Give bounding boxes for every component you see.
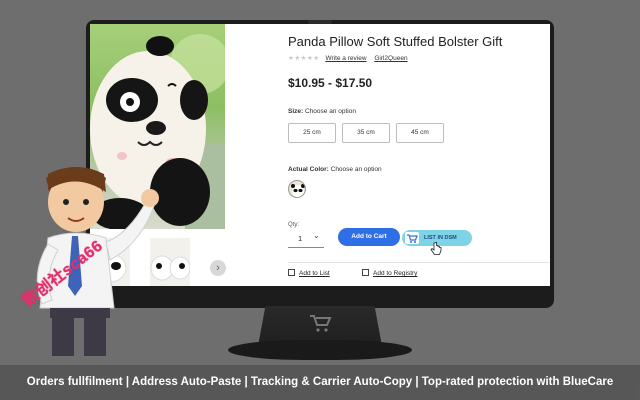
list-icon	[288, 269, 295, 276]
hand-cursor-icon	[430, 242, 442, 255]
monitor-base	[228, 340, 412, 360]
color-label: Actual Color: Choose an option	[288, 166, 382, 173]
add-to-registry-label: Add to Registry	[373, 270, 418, 277]
seller-link[interactable]: Girl2Queen	[374, 55, 407, 62]
cart-icon-svg	[407, 234, 418, 243]
quantity-underline	[288, 247, 324, 248]
list-in-dsm-label: LIST IN DSM	[424, 235, 457, 241]
add-to-cart-button[interactable]: Add to Cart	[338, 228, 400, 246]
add-to-list-link[interactable]: Add to List	[288, 269, 330, 277]
write-review-link[interactable]: Write a review	[325, 55, 366, 62]
size-option-45cm[interactable]: 45 cm	[396, 123, 444, 143]
add-to-registry-link[interactable]: Add to Registry	[362, 269, 417, 277]
panda-swatch-icon	[291, 184, 305, 197]
chevron-down-icon[interactable]: ⌄	[313, 231, 320, 240]
color-label-key: Actual Color:	[288, 166, 329, 173]
size-option-25cm[interactable]: 25 cm	[288, 123, 336, 143]
size-option-35cm[interactable]: 35 cm	[342, 123, 390, 143]
rating-stars[interactable]: ★★★★★	[288, 55, 320, 62]
size-prompt: Choose an option	[304, 108, 356, 115]
rating-row: ★★★★★ Write a review Girl2Queen	[288, 54, 414, 62]
add-to-list-label: Add to List	[299, 270, 330, 277]
monitor-logo-icon	[310, 315, 332, 332]
size-label-key: Size:	[288, 108, 304, 115]
size-label: Size: Choose an option	[288, 108, 356, 115]
product-title: Panda Pillow Soft Stuffed Bolster Gift	[288, 34, 503, 49]
businessman-character	[36, 167, 159, 356]
thumbnail-next-button[interactable]: ›	[210, 260, 226, 276]
footer-features: Orders fullfilment | Address Auto-Paste …	[26, 376, 614, 388]
product-price: $10.95 - $17.50	[288, 76, 373, 90]
section-divider	[288, 262, 550, 263]
gift-icon	[362, 269, 369, 276]
quantity-label: Qty:	[288, 222, 300, 228]
cart-icon	[405, 232, 419, 244]
quantity-select[interactable]: 1	[298, 234, 302, 243]
color-swatch-panda[interactable]	[288, 180, 306, 198]
color-prompt: Choose an option	[330, 166, 382, 173]
